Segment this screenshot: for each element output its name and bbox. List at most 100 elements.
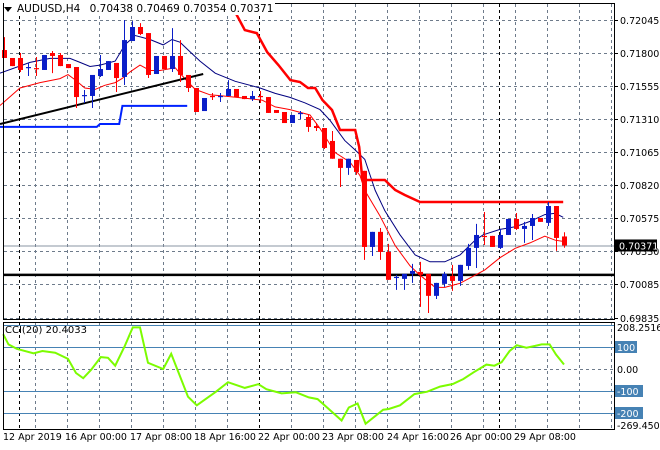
candle-body	[218, 95, 223, 98]
open-value: 0.70438	[89, 3, 134, 15]
candle-body	[122, 40, 127, 77]
candle-body	[154, 55, 159, 75]
candle-body	[354, 159, 359, 172]
candle	[98, 55, 103, 77]
candle-body	[242, 95, 247, 100]
candle-body	[2, 50, 7, 58]
candle-body	[202, 97, 207, 112]
cci-tick-label: 208.2516	[617, 323, 660, 334]
time-label: 16 Apr 00:00	[65, 432, 127, 443]
candle-body	[226, 88, 231, 96]
candle-body	[466, 247, 471, 266]
candle-body	[282, 111, 287, 124]
candle-body	[386, 251, 391, 280]
candle	[474, 223, 479, 268]
candle	[170, 28, 175, 72]
candle	[122, 20, 127, 86]
candle-body	[514, 218, 519, 229]
candle-body	[10, 57, 15, 67]
time-label: 26 Apr 00:00	[450, 432, 512, 443]
candle-body	[554, 206, 559, 238]
time-label: 29 Apr 08:00	[514, 432, 576, 443]
cci-tick-label: 0.00	[617, 365, 638, 376]
candle	[114, 62, 119, 93]
candle-body	[114, 62, 119, 79]
candle-body	[234, 88, 239, 98]
candle-body	[42, 55, 47, 70]
candle-body	[402, 273, 407, 279]
candle	[194, 88, 199, 112]
candle-body	[170, 55, 175, 70]
candles	[2, 20, 567, 313]
candle	[34, 57, 39, 77]
candle	[50, 50, 55, 74]
candle-body	[138, 27, 143, 35]
time-label: 23 Apr 08:00	[322, 432, 384, 443]
candle-body	[506, 218, 511, 235]
low-value: 0.70354	[183, 3, 227, 15]
candle	[2, 37, 7, 58]
candle-body	[370, 231, 375, 247]
candle	[242, 95, 247, 100]
candle-body	[394, 276, 399, 279]
candle	[90, 74, 95, 108]
candle-body	[538, 218, 543, 222]
candle-body	[250, 95, 255, 100]
candle	[106, 61, 111, 70]
candle-body	[378, 231, 383, 252]
candle-body	[82, 95, 87, 97]
candle	[130, 21, 135, 42]
candle-body	[290, 114, 295, 124]
candle-body	[474, 234, 479, 248]
candle	[274, 109, 279, 113]
candle-body	[322, 128, 327, 148]
candle	[186, 74, 191, 93]
candle	[530, 213, 535, 240]
candle-body	[266, 97, 271, 113]
candle	[538, 218, 543, 222]
candle	[82, 90, 87, 103]
candle-body	[58, 55, 63, 67]
candle	[522, 221, 527, 243]
candle-body	[210, 95, 215, 98]
candle	[370, 231, 375, 256]
candle-body	[106, 61, 111, 70]
candle-body	[410, 270, 415, 274]
candle-body	[546, 206, 551, 223]
cci-panel	[2, 325, 614, 426]
candle-body	[498, 234, 503, 248]
high-value: 0.70469	[136, 3, 180, 15]
time-label: 22 Apr 00:00	[258, 432, 320, 443]
candle	[58, 53, 63, 67]
candle-body	[522, 225, 527, 229]
candle	[322, 128, 327, 150]
candle	[66, 64, 71, 69]
candle	[514, 213, 519, 230]
time-label: 18 Apr 16:00	[194, 432, 256, 443]
candle	[490, 235, 495, 247]
candle	[378, 227, 383, 260]
price-tick-label: 0.71310	[620, 115, 659, 126]
candle-body	[450, 275, 455, 281]
candle	[74, 67, 79, 108]
dropdown-triangle-icon[interactable]	[4, 6, 12, 12]
symbol-label: AUDUSD,H4	[17, 3, 81, 15]
chart-canvas[interactable]: 0.72045 0.71800 0.71555 0.71310 0.71065 0.708…	[0, 0, 660, 450]
indicator-lines	[0, 3, 614, 288]
candle	[226, 80, 231, 96]
candle-body	[26, 67, 31, 69]
time-label: 24 Apr 16:00	[387, 432, 449, 443]
candle-body	[434, 282, 439, 296]
candle-body	[18, 57, 23, 70]
candle	[218, 93, 223, 103]
candle	[546, 201, 551, 226]
candle-body	[306, 116, 311, 127]
candle	[450, 264, 455, 291]
candle	[266, 97, 271, 113]
trendline	[0, 73, 204, 125]
price-tick-label: 0.71065	[620, 148, 659, 159]
candle	[434, 282, 439, 299]
candle-body	[50, 53, 55, 56]
candle	[314, 123, 319, 131]
candle	[506, 218, 511, 235]
